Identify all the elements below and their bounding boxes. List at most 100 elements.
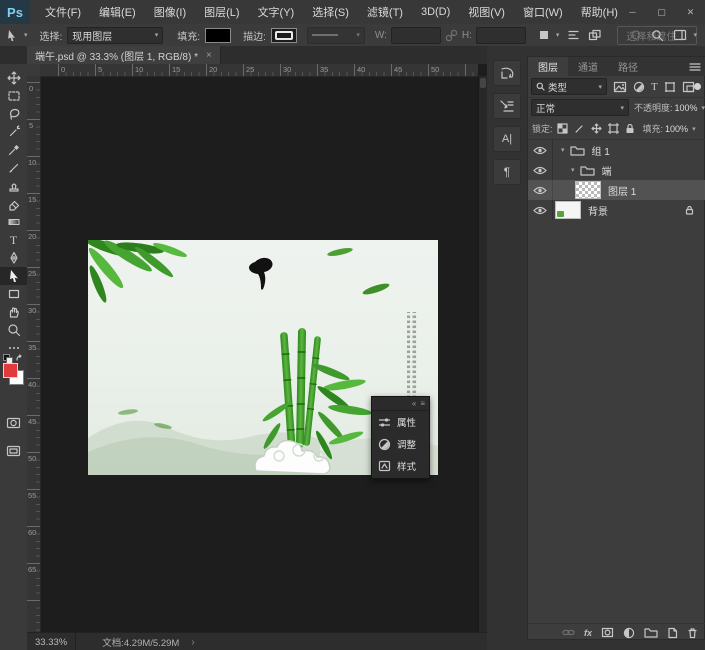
path-operations-button[interactable]: ▾	[538, 29, 559, 41]
blend-mode-dropdown[interactable]: 正常 ▾	[531, 99, 629, 116]
context-item-adjustments[interactable]: 调整	[372, 433, 429, 455]
tab-paths[interactable]: 路径	[608, 57, 648, 76]
gradient-tool[interactable]	[0, 213, 27, 231]
menu-window[interactable]: 窗口(W)	[514, 4, 572, 20]
lock-transparency-icon[interactable]	[556, 123, 568, 134]
layer-name[interactable]: 图层 1	[608, 183, 636, 198]
layer-style-icon[interactable]: fx	[584, 628, 592, 638]
layer-name[interactable]: 组 1	[592, 143, 610, 158]
search-icon[interactable]	[651, 29, 664, 42]
fill-value[interactable]: 100%	[665, 124, 688, 134]
chevron-down-icon[interactable]: ▾	[702, 104, 705, 112]
menu-select[interactable]: 选择(S)	[303, 4, 358, 20]
opacity-value[interactable]: 100%	[675, 103, 698, 113]
hand-tool[interactable]	[0, 303, 27, 321]
link-dimensions-icon[interactable]	[445, 29, 458, 42]
fill-swatch[interactable]	[205, 27, 232, 43]
ruler-left[interactable]: 0 5 10 15 20 25 30 35 40 45 50 55 60 65	[27, 76, 41, 632]
context-item-properties[interactable]: 属性	[372, 411, 429, 433]
panel-menu-icon[interactable]	[689, 62, 701, 72]
move-tool[interactable]	[0, 69, 27, 87]
screen-mode-button[interactable]	[0, 442, 27, 460]
layer-row-background[interactable]: 背景	[528, 200, 705, 220]
filter-type-layers-icon[interactable]: T	[651, 81, 658, 93]
scrollbar-thumb[interactable]	[480, 78, 486, 88]
notes-panel-button[interactable]	[493, 93, 521, 119]
lock-artboard-icon[interactable]	[607, 123, 619, 134]
menu-3d[interactable]: 3D(D)	[412, 6, 459, 18]
type-tool[interactable]: T	[0, 231, 27, 249]
lock-position-icon[interactable]	[590, 123, 602, 134]
visibility-toggle[interactable]	[528, 160, 553, 180]
expand-group-icon[interactable]: ▾	[561, 146, 565, 154]
minimize-button[interactable]: ─	[618, 7, 647, 17]
delete-layer-icon[interactable]	[687, 627, 698, 639]
menu-filter[interactable]: 滤镜(T)	[358, 4, 412, 20]
new-layer-icon[interactable]	[667, 627, 678, 639]
visibility-toggle[interactable]	[528, 180, 553, 200]
layer-name[interactable]: 端	[602, 163, 612, 178]
filter-adjustment-layers-icon[interactable]	[633, 81, 645, 93]
path-selection-tool[interactable]	[0, 267, 27, 285]
brush-tool[interactable]	[0, 159, 27, 177]
stroke-width-field[interactable]: ▾	[306, 26, 365, 44]
layer-row-group1[interactable]: ▾ 组 1	[528, 140, 705, 160]
quick-mask-button[interactable]	[0, 414, 27, 432]
filter-smart-objects-icon[interactable]	[682, 81, 695, 93]
panel-menu-icon[interactable]: ≡	[420, 399, 425, 408]
rectangle-tool[interactable]	[0, 285, 27, 303]
expand-group-icon[interactable]: ▾	[571, 166, 575, 174]
foreground-color-swatch[interactable]	[3, 363, 18, 378]
marquee-tool[interactable]	[0, 87, 27, 105]
character-panel-button[interactable]: A|	[493, 126, 521, 152]
width-field[interactable]	[390, 26, 441, 44]
eraser-tool[interactable]	[0, 195, 27, 213]
filter-pixel-layers-icon[interactable]	[613, 81, 627, 93]
eyedropper-tool[interactable]	[0, 141, 27, 159]
new-adjustment-layer-icon[interactable]	[623, 627, 635, 639]
menu-edit[interactable]: 编辑(E)	[90, 4, 145, 20]
layer-thumbnail[interactable]	[575, 181, 601, 199]
visibility-toggle[interactable]	[528, 140, 553, 160]
close-button[interactable]: ✕	[676, 7, 705, 18]
layer-row-layer1[interactable]: 图层 1	[528, 180, 705, 200]
zoom-options-icon[interactable]	[630, 29, 642, 41]
maximize-button[interactable]: ▢	[647, 7, 676, 18]
history-panel-button[interactable]	[493, 60, 521, 86]
menu-file[interactable]: 文件(F)	[36, 4, 90, 20]
path-arrange-button[interactable]	[588, 29, 602, 41]
pasteboard[interactable]: « ≡ 属性 调整 样式	[40, 76, 478, 632]
zoom-tool[interactable]	[0, 321, 27, 339]
layer-row-group2[interactable]: ▾ 端	[528, 160, 705, 180]
chevron-down-icon[interactable]: ▾	[692, 125, 696, 133]
default-colors-icon[interactable]	[3, 354, 13, 364]
path-alignment-button[interactable]	[567, 29, 580, 41]
zoom-level-field[interactable]: 33.33%	[27, 633, 77, 650]
document-tab[interactable]: 端午.psd @ 33.3% (图层 1, RGB/8) * ×	[27, 46, 221, 64]
lock-all-icon[interactable]	[625, 123, 635, 134]
menu-layer[interactable]: 图层(L)	[195, 4, 248, 20]
menu-view[interactable]: 视图(V)	[459, 4, 514, 20]
visibility-toggle[interactable]	[528, 200, 553, 220]
lock-pixels-icon[interactable]	[574, 123, 585, 134]
magic-wand-tool[interactable]	[0, 123, 27, 141]
canvas-artwork[interactable]: « ≡ 属性 调整 样式	[88, 240, 438, 479]
filter-toggle[interactable]	[694, 83, 701, 90]
layer-thumbnail[interactable]	[555, 201, 581, 219]
tool-preset[interactable]: ▾	[6, 29, 28, 42]
filter-kind-dropdown[interactable]: 类型 ▾	[531, 78, 607, 95]
stroke-swatch[interactable]	[270, 27, 297, 43]
lasso-tool[interactable]	[0, 105, 27, 123]
workspace-switcher[interactable]: ▾	[673, 29, 697, 41]
height-field[interactable]	[475, 26, 526, 44]
menu-image[interactable]: 图像(I)	[145, 4, 195, 20]
select-mode-dropdown[interactable]: 现用图层 ▾	[67, 26, 164, 44]
swap-colors-icon[interactable]	[15, 354, 25, 363]
tab-close-icon[interactable]: ×	[206, 50, 212, 61]
add-layer-mask-icon[interactable]	[601, 627, 614, 638]
new-group-icon[interactable]	[644, 627, 658, 638]
document-size-info[interactable]: 文档:4.29M/5.29M	[102, 635, 179, 649]
context-item-styles[interactable]: 样式	[372, 455, 429, 477]
status-expand-icon[interactable]: ›	[191, 637, 194, 648]
paragraph-panel-button[interactable]: ¶	[493, 159, 521, 185]
